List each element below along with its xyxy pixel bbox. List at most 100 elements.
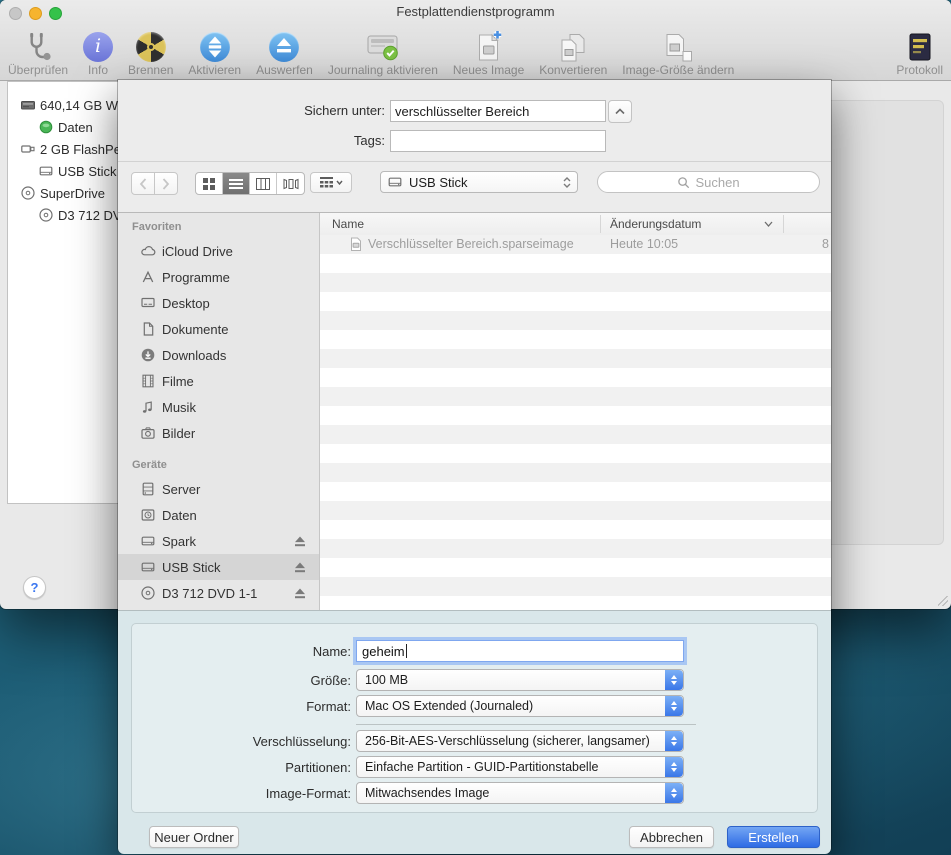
sidebar-item-musik[interactable]: Musik (118, 394, 320, 420)
eject-icon[interactable] (294, 536, 306, 547)
toolbar-item-auswerfen[interactable]: Auswerfen (256, 28, 313, 77)
help-button[interactable]: ? (23, 576, 46, 599)
popup-stepper-icon (665, 731, 683, 751)
empty-row (320, 539, 831, 558)
column-divider[interactable] (600, 215, 601, 233)
sidebar-item-usb-stick[interactable]: USB Stick (118, 554, 320, 580)
toolbar-item-label: Info (88, 63, 108, 77)
form-label-format: Format: (132, 699, 351, 714)
chevron-left-icon (139, 178, 147, 190)
column-divider[interactable] (783, 215, 784, 233)
sidebar-item-dokumente[interactable]: Dokumente (118, 316, 320, 342)
arrange-button[interactable] (310, 172, 352, 193)
toolbar-item-ueberpruefen[interactable]: Überprüfen (8, 28, 68, 77)
device-label: 2 GB FlashPen (40, 142, 128, 157)
sidebar-item-bilder[interactable]: Bilder (118, 420, 320, 446)
toolbar-item-protokoll[interactable]: Protokoll (896, 28, 943, 77)
empty-row (320, 558, 831, 577)
toolbar-item-neues-image[interactable]: Neues Image (453, 28, 524, 77)
popup-verschluesselung[interactable]: 256-Bit-AES-Verschlüsselung (sicherer, l… (356, 730, 684, 752)
sidebar-item-server[interactable]: Server (118, 476, 320, 502)
verify-icon (23, 32, 53, 62)
toolbar-item-label: Aktivieren (188, 63, 241, 77)
sidebar-item-daten[interactable]: Daten (118, 502, 320, 528)
name-input[interactable]: geheim (356, 640, 684, 662)
document-icon (140, 321, 156, 337)
convert-icon (557, 32, 589, 62)
toolbar-item-image-groesse-aendern[interactable]: Image-Größe ändern (622, 28, 734, 77)
coverflow-view-icon (283, 178, 299, 190)
forward-button[interactable] (154, 172, 178, 195)
sidebar-item-programme[interactable]: Programme (118, 264, 320, 290)
popup-value-format: Mac OS Extended (Journaled) (365, 699, 533, 713)
location-popup[interactable]: USB Stick (380, 171, 578, 193)
sidebar-item-icloud-drive[interactable]: iCloud Drive (118, 238, 320, 264)
external-drive-icon (140, 559, 156, 575)
form-label-groesse: Größe: (132, 673, 351, 688)
eject-icon[interactable] (294, 562, 306, 573)
search-icon (677, 176, 690, 189)
empty-row (320, 501, 831, 520)
sidebar-item-desktop[interactable]: Desktop (118, 290, 320, 316)
camera-icon (140, 425, 156, 441)
column-header-date[interactable]: Änderungsdatum (610, 217, 701, 231)
film-icon (140, 373, 156, 389)
popup-groesse[interactable]: 100 MB (356, 669, 684, 691)
list-view-button[interactable] (223, 173, 250, 194)
toolbar-item-label: Brennen (128, 63, 173, 77)
file-date: Heute 10:05 (610, 237, 678, 251)
cancel-button[interactable]: Abbrechen (629, 826, 714, 848)
toolbar-item-konvertieren[interactable]: Konvertieren (539, 28, 607, 77)
eject-icon[interactable] (294, 588, 306, 599)
toolbar-item-label: Konvertieren (539, 63, 607, 77)
sidebar-item-filme[interactable]: Filme (118, 368, 320, 394)
sidebar-item-spark[interactable]: Spark (118, 528, 320, 554)
toolbar-item-info[interactable]: iInfo (83, 28, 113, 77)
usb-stick-icon (20, 141, 36, 157)
file-browser: FavoriteniCloud DriveProgrammeDesktopDok… (118, 212, 831, 611)
form-row-partitionen: Partitionen:Einfache Partition - GUID-Pa… (132, 756, 817, 778)
column-view-button[interactable] (250, 173, 277, 194)
empty-row (320, 387, 831, 406)
form-row-name: Name:geheim (132, 640, 817, 662)
empty-row (320, 444, 831, 463)
sidebar-item-downloads[interactable]: Downloads (118, 342, 320, 368)
toolbar-item-brennen[interactable]: Brennen (128, 28, 173, 77)
new-folder-button[interactable]: Neuer Ordner (149, 826, 239, 848)
file-row[interactable]: Verschlüsselter Bereich.sparseimageHeute… (320, 235, 831, 254)
sidebar-item-label: Bilder (162, 426, 195, 441)
toolbar-item-label: Überprüfen (8, 63, 68, 77)
sidebar-section-title: Geräte (132, 459, 167, 471)
toolbar-item-aktivieren[interactable]: Aktivieren (188, 28, 241, 77)
external-drive-icon (140, 533, 156, 549)
back-button[interactable] (131, 172, 155, 195)
sidebar-item-label: Musik (162, 400, 196, 415)
resize-grip[interactable] (938, 596, 948, 606)
external-drive-icon (38, 163, 54, 179)
create-button[interactable]: Erstellen (727, 826, 820, 848)
image-options-group: Name:geheim Größe: 100 MB Format: Mac OS Ext… (131, 623, 818, 813)
sidebar-item-label: Downloads (162, 348, 226, 363)
icon-view-button[interactable] (196, 173, 223, 194)
resize-image-icon (662, 32, 694, 62)
tags-field[interactable] (390, 130, 606, 152)
search-field[interactable]: Suchen (597, 171, 820, 193)
popup-value-groesse: 100 MB (365, 673, 408, 687)
empty-row (320, 577, 831, 596)
empty-row (320, 482, 831, 501)
journaling-icon (366, 32, 400, 62)
expand-button[interactable] (608, 100, 632, 123)
popup-stepper-icon (665, 757, 683, 777)
toolbar-items: Überprüfen iInfo Brennen Aktivieren Auswerfe… (8, 28, 943, 77)
popup-format[interactable]: Mac OS Extended (Journaled) (356, 695, 684, 717)
popup-image-format[interactable]: Mitwachsendes Image (356, 782, 684, 804)
popup-partitionen[interactable]: Einfache Partition - GUID-Partitionstabe… (356, 756, 684, 778)
toolbar-item-label: Image-Größe ändern (622, 63, 734, 77)
sidebar-item-d3-712-dvd-1-1[interactable]: D3 712 DVD 1-1 (118, 580, 320, 606)
save-as-field[interactable]: verschlüsselter Bereich (390, 100, 606, 122)
column-header-name[interactable]: Name (332, 217, 364, 231)
form-row-verschluesselung: Verschlüsselung:256-Bit-AES-Verschlüssel… (132, 730, 817, 752)
toolbar-item-journaling-aktivieren[interactable]: Journaling aktivieren (328, 28, 438, 77)
sheet-top: Sichern unter: verschlüsselter Bereich T… (118, 80, 831, 162)
coverflow-view-button[interactable] (277, 173, 304, 194)
